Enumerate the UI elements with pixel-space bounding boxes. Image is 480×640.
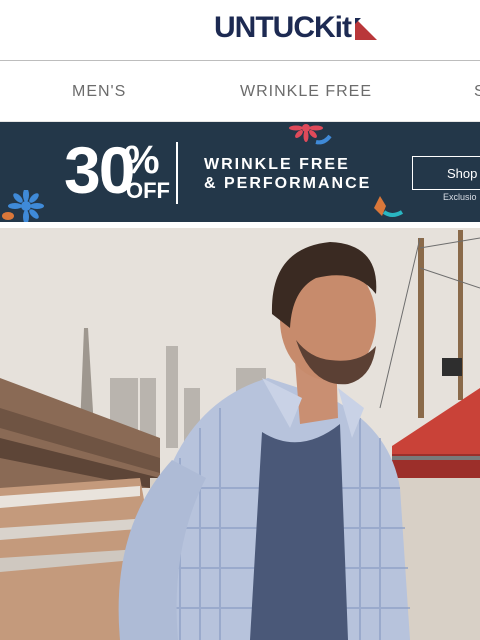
banner-headline-1: WRINKLE FREE bbox=[204, 156, 350, 173]
nav-item-wrinkle-free[interactable]: WRINKLE FREE bbox=[240, 61, 372, 121]
site-header: UNTUCKit bbox=[0, 0, 480, 61]
exclusions-link[interactable]: Exclusio bbox=[443, 192, 477, 202]
banner-headline-2: & PERFORMANCE bbox=[204, 175, 372, 192]
flower-icon bbox=[2, 190, 44, 222]
logo-flag-icon bbox=[354, 18, 377, 40]
banner-divider bbox=[176, 142, 178, 204]
discount-percent: % bbox=[124, 138, 160, 182]
main-nav: MEN'S WRINKLE FREE S bbox=[0, 61, 480, 122]
untuckit-logo[interactable]: UNTUCKit bbox=[214, 12, 379, 44]
shop-button[interactable]: Shop bbox=[412, 156, 480, 190]
hero-image[interactable] bbox=[0, 228, 480, 640]
nav-item-mens[interactable]: MEN'S bbox=[72, 61, 126, 121]
hero-illustration bbox=[0, 228, 480, 640]
leaf-icon bbox=[374, 196, 404, 217]
flower-icon-top bbox=[289, 124, 332, 145]
discount-off: OFF bbox=[126, 178, 170, 203]
logo-text: UNTUCKit bbox=[214, 11, 352, 44]
discount-number: 30 bbox=[64, 133, 135, 207]
promo-banner[interactable]: 30 % OFF WRINKLE FREE & PERFORMANCE Shop… bbox=[0, 122, 480, 222]
nav-item-next[interactable]: S bbox=[474, 61, 480, 121]
